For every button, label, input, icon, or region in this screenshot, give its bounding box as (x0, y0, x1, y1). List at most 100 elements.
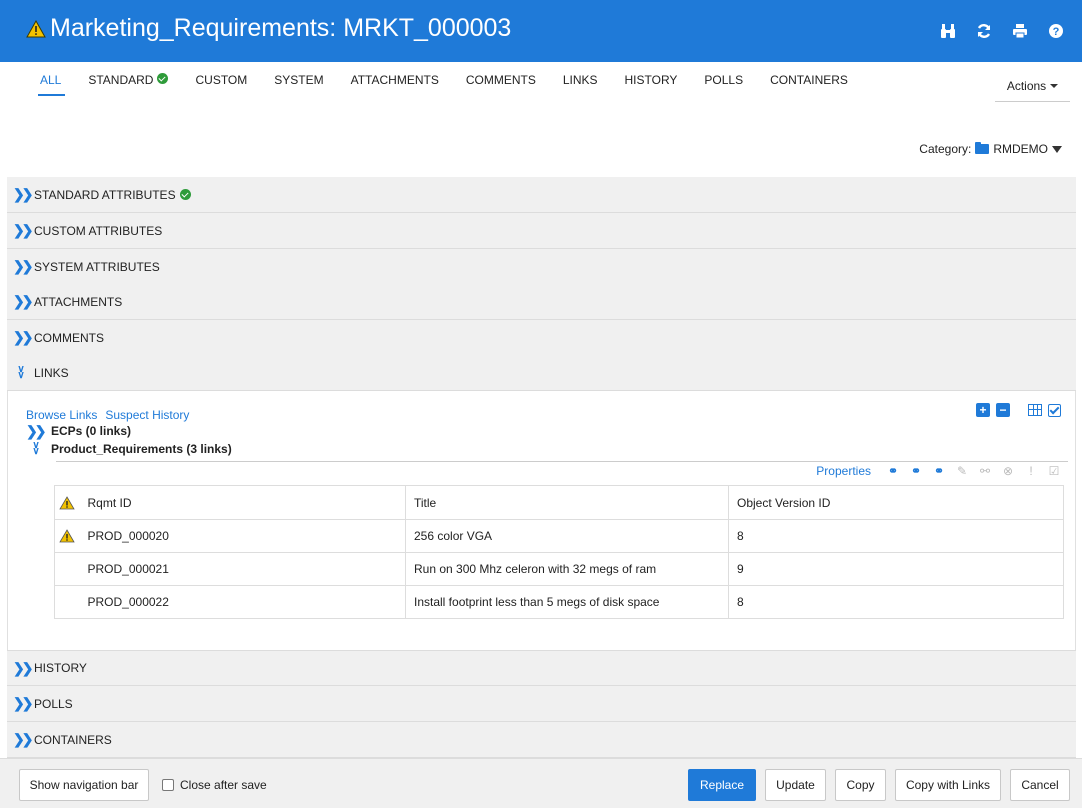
version-cell: 8 (728, 519, 1064, 553)
double-chevron-right-icon: ❯❯ (13, 695, 33, 711)
column-header-title[interactable]: Title (405, 485, 729, 520)
checkbox[interactable] (162, 779, 174, 791)
section-containers[interactable]: ❯❯ CONTAINERS (7, 722, 1076, 758)
double-chevron-right-icon: ❯❯ (26, 422, 46, 439)
double-chevron-right-icon: ❯❯ (13, 659, 33, 676)
tab-all[interactable]: ALL (37, 73, 66, 101)
print-icon[interactable] (1002, 20, 1038, 42)
version-cell: 9 (728, 552, 1064, 586)
check-icon (157, 73, 169, 84)
svg-text:?: ? (1053, 26, 1060, 38)
suspect-history-link[interactable]: Suspect History (105, 408, 189, 422)
show-navigation-bar-button[interactable]: Show navigation bar (19, 769, 149, 801)
category-value[interactable]: RMDEMO (993, 142, 1048, 156)
tab-system[interactable]: SYSTEM (274, 73, 323, 101)
tab-comments[interactable]: COMMENTS (466, 73, 536, 101)
double-chevron-right-icon: ❯❯ (13, 329, 33, 345)
check-icon (179, 189, 191, 200)
title-cell: 256 color VGA (405, 519, 729, 553)
links-table: Rqmt ID Title Object Version ID PROD_000… (54, 485, 1064, 619)
warning-cell (54, 552, 80, 586)
footer-bar: Show navigation bar Close after save Rep… (0, 758, 1082, 808)
tab-custom[interactable]: CUSTOM (195, 73, 247, 101)
copy-with-links-button[interactable]: Copy with Links (895, 769, 1001, 801)
clear-suspect-icon: ☑ (1048, 464, 1060, 478)
tab-bar: ALL STANDARD CUSTOM SYSTEM ATTACHMENTS C… (37, 73, 875, 101)
double-chevron-right-icon: ❯❯ (13, 186, 33, 202)
links-panel: Browse Links Suspect History + − ❯❯ ECPs… (7, 391, 1076, 650)
warning-icon (26, 19, 46, 37)
help-icon[interactable]: ? (1038, 20, 1074, 42)
link-group-ecps[interactable]: ❯❯ ECPs (0 links) (26, 422, 232, 440)
page-title-text: Marketing_Requirements: MRKT_000003 (50, 14, 512, 42)
warning-icon (59, 496, 75, 510)
link-group-product-requirements[interactable]: ∨ ∨ Product_Requirements (3 links) (26, 440, 231, 458)
double-chevron-down-icon: ∨ ∨ (17, 363, 25, 381)
browse-links-link[interactable]: Browse Links (26, 408, 97, 422)
binoculars-icon[interactable] (930, 20, 966, 42)
table-view-icon[interactable] (1028, 404, 1042, 416)
properties-link[interactable]: Properties (816, 464, 871, 478)
select-icon[interactable] (1048, 403, 1061, 417)
tab-links[interactable]: LINKS (563, 73, 598, 101)
expand-all-icon[interactable]: + (976, 403, 990, 417)
update-button[interactable]: Update (765, 769, 826, 801)
copy-button[interactable]: Copy (835, 769, 886, 801)
unlink-icon: ⚯ (979, 464, 991, 478)
triangle-down-icon[interactable] (1052, 145, 1062, 153)
add-link-icon[interactable]: ⚭ (909, 464, 923, 478)
section-links[interactable]: ∨ ∨ LINKS (7, 355, 1076, 391)
table-row[interactable]: PROD_000020 256 color VGA 8 (54, 519, 1064, 553)
warning-column-header[interactable] (54, 485, 80, 520)
table-row[interactable]: PROD_000021 Run on 300 Mhz celeron with … (54, 552, 1064, 586)
cancel-button[interactable]: Cancel (1010, 769, 1070, 801)
section-system-attributes[interactable]: ❯❯ SYSTEM ATTRIBUTES (7, 249, 1076, 285)
rqmt-id-cell: PROD_000020 (79, 519, 406, 553)
link-group-tree: ❯❯ ECPs (0 links) ∨ ∨ Product_Requirement… (26, 422, 232, 458)
double-chevron-right-icon: ❯❯ (13, 258, 33, 274)
double-chevron-down-icon: ∨ ∨ (32, 440, 40, 457)
section-comments[interactable]: ❯❯ COMMENTS (7, 320, 1076, 356)
title-cell: Run on 300 Mhz celeron with 32 megs of r… (405, 552, 729, 586)
double-chevron-right-icon: ❯❯ (13, 222, 33, 238)
tab-containers[interactable]: CONTAINERS (770, 73, 848, 101)
tab-polls[interactable]: POLLS (704, 73, 743, 101)
section-attachments[interactable]: ❯❯ ATTACHMENTS (7, 284, 1076, 320)
table-row[interactable]: PROD_000022 Install footprint less than … (54, 585, 1064, 619)
page-title: Marketing_Requirements: MRKT_000003 (26, 14, 511, 43)
table-header-row: Rqmt ID Title Object Version ID (54, 485, 1064, 520)
tab-standard[interactable]: STANDARD (88, 73, 169, 101)
rqmt-id-cell: PROD_000022 (79, 585, 406, 619)
tab-history[interactable]: HISTORY (625, 73, 678, 101)
column-header-object-version-id[interactable]: Object Version ID (728, 485, 1064, 520)
suspect-icon: ! (1029, 464, 1033, 478)
edit-icon: ✎ (956, 464, 968, 478)
double-chevron-right-icon: ❯❯ (13, 293, 33, 309)
divider (56, 461, 1068, 462)
warning-icon (59, 529, 75, 543)
category-label: Category: (919, 142, 972, 156)
title-bar: Marketing_Requirements: MRKT_000003 ? (0, 0, 1082, 62)
column-header-rqmt-id[interactable]: Rqmt ID (79, 485, 406, 520)
section-custom-attributes[interactable]: ❯❯ CUSTOM ATTRIBUTES (7, 213, 1076, 249)
section-standard-attributes[interactable]: ❯❯ STANDARD ATTRIBUTES (7, 177, 1076, 213)
warning-cell (54, 519, 80, 553)
folder-icon (975, 142, 990, 154)
actions-dropdown[interactable]: Actions (995, 70, 1070, 102)
collapse-all-icon[interactable]: − (996, 403, 1010, 417)
close-after-save-checkbox[interactable]: Close after save (162, 778, 267, 792)
version-cell: 8 (728, 585, 1064, 619)
remove-icon: ⊗ (1002, 464, 1014, 478)
refresh-icon[interactable] (966, 20, 1002, 42)
section-history[interactable]: ❯❯ HISTORY (7, 650, 1076, 686)
warning-cell (54, 585, 80, 619)
section-polls[interactable]: ❯❯ POLLS (7, 686, 1076, 722)
category-selector: Category: RMDEMO (919, 142, 1062, 156)
replace-button[interactable]: Replace (688, 769, 756, 801)
double-chevron-right-icon: ❯❯ (13, 731, 33, 747)
link-icon[interactable]: ⚭ (886, 464, 900, 478)
title-cell: Install footprint less than 5 megs of di… (405, 585, 729, 619)
tab-attachments[interactable]: ATTACHMENTS (351, 73, 439, 101)
link-toolbar: Properties ⚭ ⚭ ⚭ ✎ ⚯ ⊗ ! ☑ (816, 464, 1061, 478)
new-link-icon[interactable]: ⚭ (932, 464, 946, 478)
